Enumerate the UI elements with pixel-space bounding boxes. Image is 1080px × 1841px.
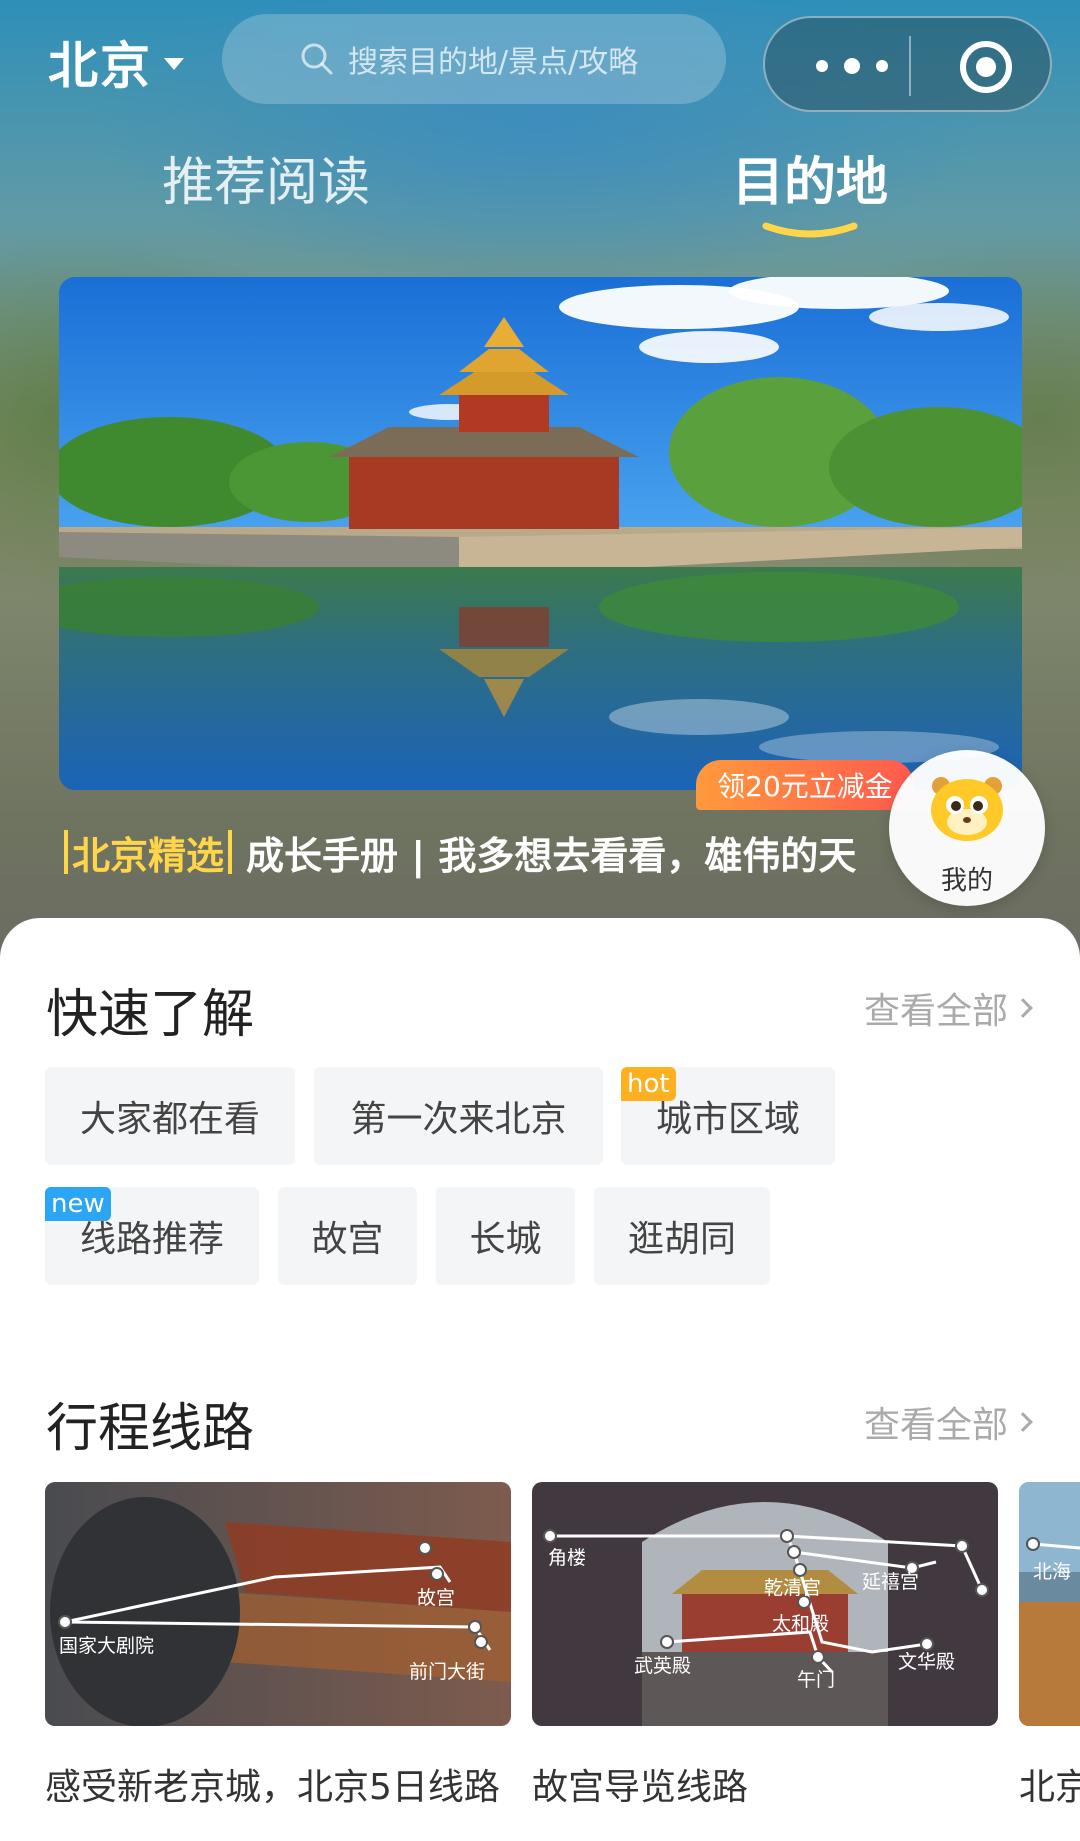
chevron-right-icon (1013, 1412, 1033, 1432)
search-placeholder: 搜索目的地/景点/攻略 (348, 45, 639, 80)
mini-program-capsule (763, 16, 1052, 112)
banner-image[interactable] (59, 277, 1022, 790)
route-card-beijing-5day[interactable]: 故宫 国家大剧院 前门大街 (45, 1482, 511, 1726)
banner-headline[interactable]: 北京精选 成长手册 | 我多想去看看，雄伟的天 (60, 822, 960, 882)
forbidden-city-corner-tower-image (59, 277, 1022, 790)
chip-label: 长城 (469, 1219, 542, 1260)
hot-badge: hot (621, 1067, 676, 1101)
banner-headline-text: 成长手册 | 我多想去看看，雄伟的天 (246, 833, 857, 878)
coupon-bubble[interactable]: 领20元立减金 (696, 760, 914, 810)
chip-label: 故宫 (311, 1219, 384, 1260)
chip-label: 第一次来北京 (350, 1099, 567, 1140)
route-map-image: 故宫 国家大剧院 前门大街 (45, 1482, 511, 1726)
quick-see-all-link[interactable]: 查看全部 (863, 982, 1033, 1034)
mine-button[interactable]: 我的 (889, 750, 1045, 906)
see-all-label: 查看全部 (863, 1405, 1008, 1446)
chevron-right-icon (1013, 998, 1033, 1018)
tab-destination[interactable]: 目的地 (732, 140, 888, 215)
chip-forbidden-city[interactable]: 故宫 (278, 1187, 417, 1285)
route-title[interactable]: 故宫导览线路 (532, 1758, 748, 1810)
route-title[interactable]: 感受新老京城，北京5日线路 (45, 1758, 500, 1810)
banner-tag: 北京精选 (72, 833, 225, 878)
search-icon (301, 43, 333, 75)
route-card-palace-guide[interactable]: 角楼 乾清宫 延禧宫 太和殿 武英殿 午门 文华殿 (532, 1482, 998, 1726)
chip-city-areas[interactable]: hot 城市区域 (621, 1067, 835, 1165)
chip-label: 逛胡同 (627, 1219, 736, 1260)
chip-first-visit[interactable]: 第一次来北京 (314, 1067, 603, 1165)
tag-divider (64, 830, 68, 874)
stop-label: 文华殿 (898, 1651, 955, 1673)
more-icon[interactable] (807, 46, 897, 86)
tab-recommended-reading[interactable]: 推荐阅读 (162, 140, 370, 215)
routes-see-all-link[interactable]: 查看全部 (863, 1396, 1033, 1448)
see-all-label: 查看全部 (863, 991, 1008, 1032)
stop-label: 故宫 (417, 1587, 455, 1609)
mine-label: 我的 (940, 866, 993, 896)
top-bar: 北京 搜索目的地/景点/攻略 (0, 0, 1080, 130)
new-badge: new (45, 1187, 111, 1221)
route-card-beihai[interactable]: 北海 (1019, 1482, 1080, 1726)
caret-down-icon (164, 58, 184, 70)
route-map-image: 角楼 乾清宫 延禧宫 太和殿 武英殿 午门 文华殿 (532, 1482, 998, 1726)
stop-label: 太和殿 (772, 1613, 829, 1635)
stop-label: 国家大剧院 (59, 1635, 154, 1657)
stop-label: 延禧宫 (862, 1571, 919, 1593)
search-bar[interactable]: 搜索目的地/景点/攻略 (222, 14, 726, 104)
chip-label: 大家都在看 (79, 1099, 260, 1140)
route-map-image: 北海 (1019, 1482, 1080, 1726)
tab-bar: 推荐阅读 目的地 (0, 140, 1080, 250)
active-tab-indicator (762, 222, 858, 238)
stop-label: 武英殿 (634, 1655, 691, 1677)
stop-label: 前门大街 (409, 1661, 485, 1683)
close-target-icon[interactable] (957, 38, 1015, 96)
chip-everyone-watching[interactable]: 大家都在看 (45, 1067, 295, 1165)
stop-label: 午门 (797, 1669, 835, 1691)
chip-hutong[interactable]: 逛胡同 (594, 1187, 770, 1285)
city-selector[interactable]: 北京 (48, 30, 184, 95)
capsule-divider (909, 36, 911, 96)
route-title[interactable]: 北京 (1019, 1758, 1080, 1810)
stop-label: 北海 (1033, 1561, 1071, 1583)
tag-divider (228, 830, 233, 874)
chip-route-recommend[interactable]: new 线路推荐 (45, 1187, 259, 1285)
chip-label: 城市区域 (655, 1099, 800, 1140)
chip-great-wall[interactable]: 长城 (436, 1187, 575, 1285)
stop-label: 角楼 (548, 1547, 586, 1569)
stop-label: 乾清宫 (764, 1577, 821, 1599)
quick-overview-title: 快速了解 (46, 985, 255, 1045)
destination-page: 北京 搜索目的地/景点/攻略 推荐阅读 目的地 领20元立减金 北京精选 成长手… (0, 0, 1080, 1841)
city-name: 北京 (48, 37, 152, 95)
mascot-icon (931, 777, 1003, 841)
routes-title: 行程线路 (46, 1399, 255, 1459)
